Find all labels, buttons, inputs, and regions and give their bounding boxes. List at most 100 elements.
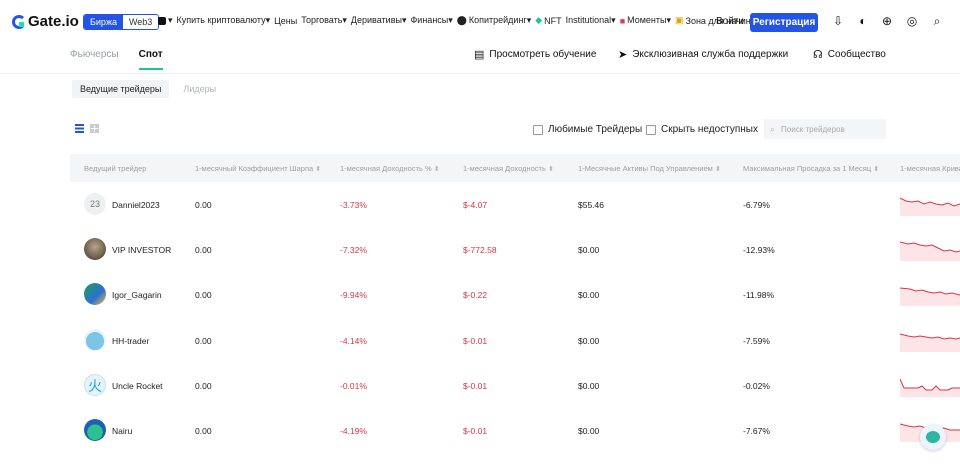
nav-trade[interactable]: Торговать▾ [301, 15, 347, 26]
return-pct-value: -4.14% [340, 336, 367, 346]
drawdown-value: -6.79% [743, 200, 770, 210]
trader-search-input[interactable]: ⌕ Поиск трейдеров [764, 119, 886, 139]
avatar [84, 238, 106, 260]
nav-finance[interactable]: Финансы▾ [410, 15, 452, 26]
sort-icon: ⬍ [547, 166, 554, 173]
drawdown-value: -7.59% [743, 336, 770, 346]
return-abs-value: $-0.01 [463, 426, 488, 436]
language-globe-icon[interactable]: ⊕ [881, 15, 893, 27]
list-view-icon[interactable] [75, 124, 84, 133]
nav-nft[interactable]: NFT [544, 16, 562, 26]
sharpe-value: 0.00 [195, 426, 212, 436]
trader-name[interactable]: Danniel2023 [112, 200, 160, 210]
web3-toggle[interactable]: Web3 [122, 15, 159, 29]
main-nav: ▾ Купить криптовалюту▾ Цены Торговать▾ Д… [158, 15, 762, 26]
gift-icon: ▣ [675, 15, 684, 25]
market-tabs: Фьючерсы Спот [70, 48, 183, 70]
favorites-checkbox[interactable] [533, 124, 543, 135]
login-link[interactable]: Войти [716, 16, 744, 27]
nav-moments[interactable]: Моменты▾ [627, 15, 671, 26]
tab-spot[interactable]: Спот [138, 48, 163, 70]
return-abs-value: $-0.01 [463, 336, 488, 346]
nft-icon: ◆ [535, 15, 543, 25]
community-link[interactable]: ☊ Сообщество [813, 48, 886, 61]
col-aum[interactable]: 1-Месячные Активы Под Управлением ⬍ [578, 164, 721, 173]
gate-logo-icon [12, 14, 26, 29]
tab-futures[interactable]: Фьючерсы [70, 48, 119, 70]
search-placeholder: Поиск трейдеров [781, 124, 845, 134]
support-chat-button[interactable] [920, 424, 946, 450]
favorites-filter[interactable]: Любимые Трейдеры [533, 124, 642, 135]
avatar: 火 [84, 374, 106, 396]
return-pct-value: -0.01% [340, 381, 367, 391]
nav-institutional[interactable]: Institutional▾ [566, 15, 616, 26]
table-row[interactable]: Igor_Gagarin 0.00 -9.94% $-0.22 $0.00 -1… [70, 272, 960, 317]
table-row[interactable]: 23 Danniel2023 0.00 -3.73% $-4.07 $55.46… [70, 182, 960, 227]
sort-icon: ⬍ [714, 166, 721, 173]
nav-prices[interactable]: Цены [274, 16, 297, 26]
trader-subtabs: Ведущие трейдеры Лидеры [72, 80, 230, 98]
col-return-abs[interactable]: 1-месячная Доходность ⬍ [463, 164, 554, 173]
download-icon[interactable]: ⇩ [832, 15, 844, 27]
return-pct-value: -3.73% [340, 200, 367, 210]
support-link[interactable]: ➤ Эксклюзивная служба поддержки [618, 48, 788, 61]
moments-icon: ■ [619, 15, 626, 26]
subtab-lead-traders[interactable]: Ведущие трейдеры [72, 80, 170, 98]
table-row[interactable]: HH-trader 0.00 -4.14% $-0.01 $0.00 -7.59… [70, 318, 960, 363]
return-pct-value: -7.32% [340, 245, 367, 255]
table-row[interactable]: VIP INVESTOR 0.00 -7.32% $-772.58 $0.00 … [70, 227, 960, 272]
view-switch [75, 124, 105, 133]
grid-view-icon[interactable] [90, 124, 99, 133]
nav-buy-crypto[interactable]: Купить криптовалюту▾ [177, 15, 271, 26]
nav-copy-trading[interactable]: Копитрейдинг▾ [469, 15, 531, 26]
sort-icon: ⬍ [315, 166, 322, 173]
col-sharpe[interactable]: 1-месячный Коэффициент Шарпа ⬍ [195, 164, 321, 173]
table-row[interactable]: 火 Uncle Rocket 0.00 -0.01% $-0.01 $0.00 … [70, 363, 960, 408]
exchange-toggle[interactable]: Биржа [84, 15, 123, 29]
col-curve: 1-месячная Кривая [900, 164, 960, 173]
table-row[interactable]: Nairu 0.00 -4.19% $-0.01 $0.00 -7.67% [70, 408, 960, 453]
register-button[interactable]: Регистрация [750, 13, 818, 32]
sort-icon: ⬍ [433, 166, 440, 173]
theme-toggle-icon[interactable]: ◐ [857, 15, 869, 27]
trader-name[interactable]: Igor_Gagarin [112, 290, 162, 300]
search-icon[interactable]: ⌕ [931, 15, 943, 27]
subtab-leaders[interactable]: Лидеры [175, 80, 224, 98]
apps-grid-icon[interactable]: ▾ [158, 15, 173, 26]
favorites-label: Любимые Трейдеры [548, 124, 643, 135]
hide-unavailable-checkbox[interactable] [646, 124, 656, 135]
search-icon: ⌕ [770, 123, 776, 134]
drawdown-value: -12.93% [743, 245, 775, 255]
hide-unavailable-filter[interactable]: Скрыть недоступных [646, 124, 758, 135]
col-drawdown[interactable]: Максимальная Просадка за 1 Месяц ⬍ [743, 164, 879, 173]
trader-name[interactable]: HH-trader [112, 336, 149, 346]
trader-name[interactable]: Uncle Rocket [112, 381, 163, 391]
trader-name[interactable]: VIP INVESTOR [112, 245, 171, 255]
tutorial-link[interactable]: ▤ Просмотреть обучение [474, 48, 596, 61]
aum-value: $0.00 [578, 426, 600, 436]
sparkline-chart [900, 333, 960, 352]
logo-text: Gate.io [28, 13, 79, 30]
return-pct-value: -9.94% [340, 290, 367, 300]
drawdown-value: -7.67% [743, 426, 770, 436]
sparkline-chart [900, 378, 960, 397]
sharpe-value: 0.00 [195, 200, 212, 210]
table-header: Ведущий трейдер 1-месячный Коэффициент Ш… [70, 154, 960, 182]
headset-icon: ☊ [813, 49, 823, 61]
top-navigation-bar: Gate.io Биржа Web3 ▾ Купить криптовалюту… [0, 0, 960, 44]
nav-derivatives[interactable]: Деривативы▾ [351, 15, 407, 26]
aum-value: $0.00 [578, 245, 600, 255]
return-abs-value: $-4.07 [463, 200, 488, 210]
trader-name[interactable]: Nairu [112, 426, 132, 436]
drawdown-value: -11.98% [743, 290, 775, 300]
sharpe-value: 0.00 [195, 381, 212, 391]
sparkline-chart [900, 241, 960, 261]
avatar [84, 329, 106, 351]
copy-trading-icon: ⬤ [456, 15, 467, 25]
support-label: Эксклюзивная служба поддержки [632, 49, 789, 60]
col-return-pct[interactable]: 1-месячная Доходность % ⬍ [340, 164, 440, 173]
gate-logo[interactable]: Gate.io [12, 13, 79, 30]
avatar [84, 419, 106, 441]
settings-icon[interactable]: ◎ [906, 15, 918, 27]
book-icon: ▤ [474, 49, 485, 61]
